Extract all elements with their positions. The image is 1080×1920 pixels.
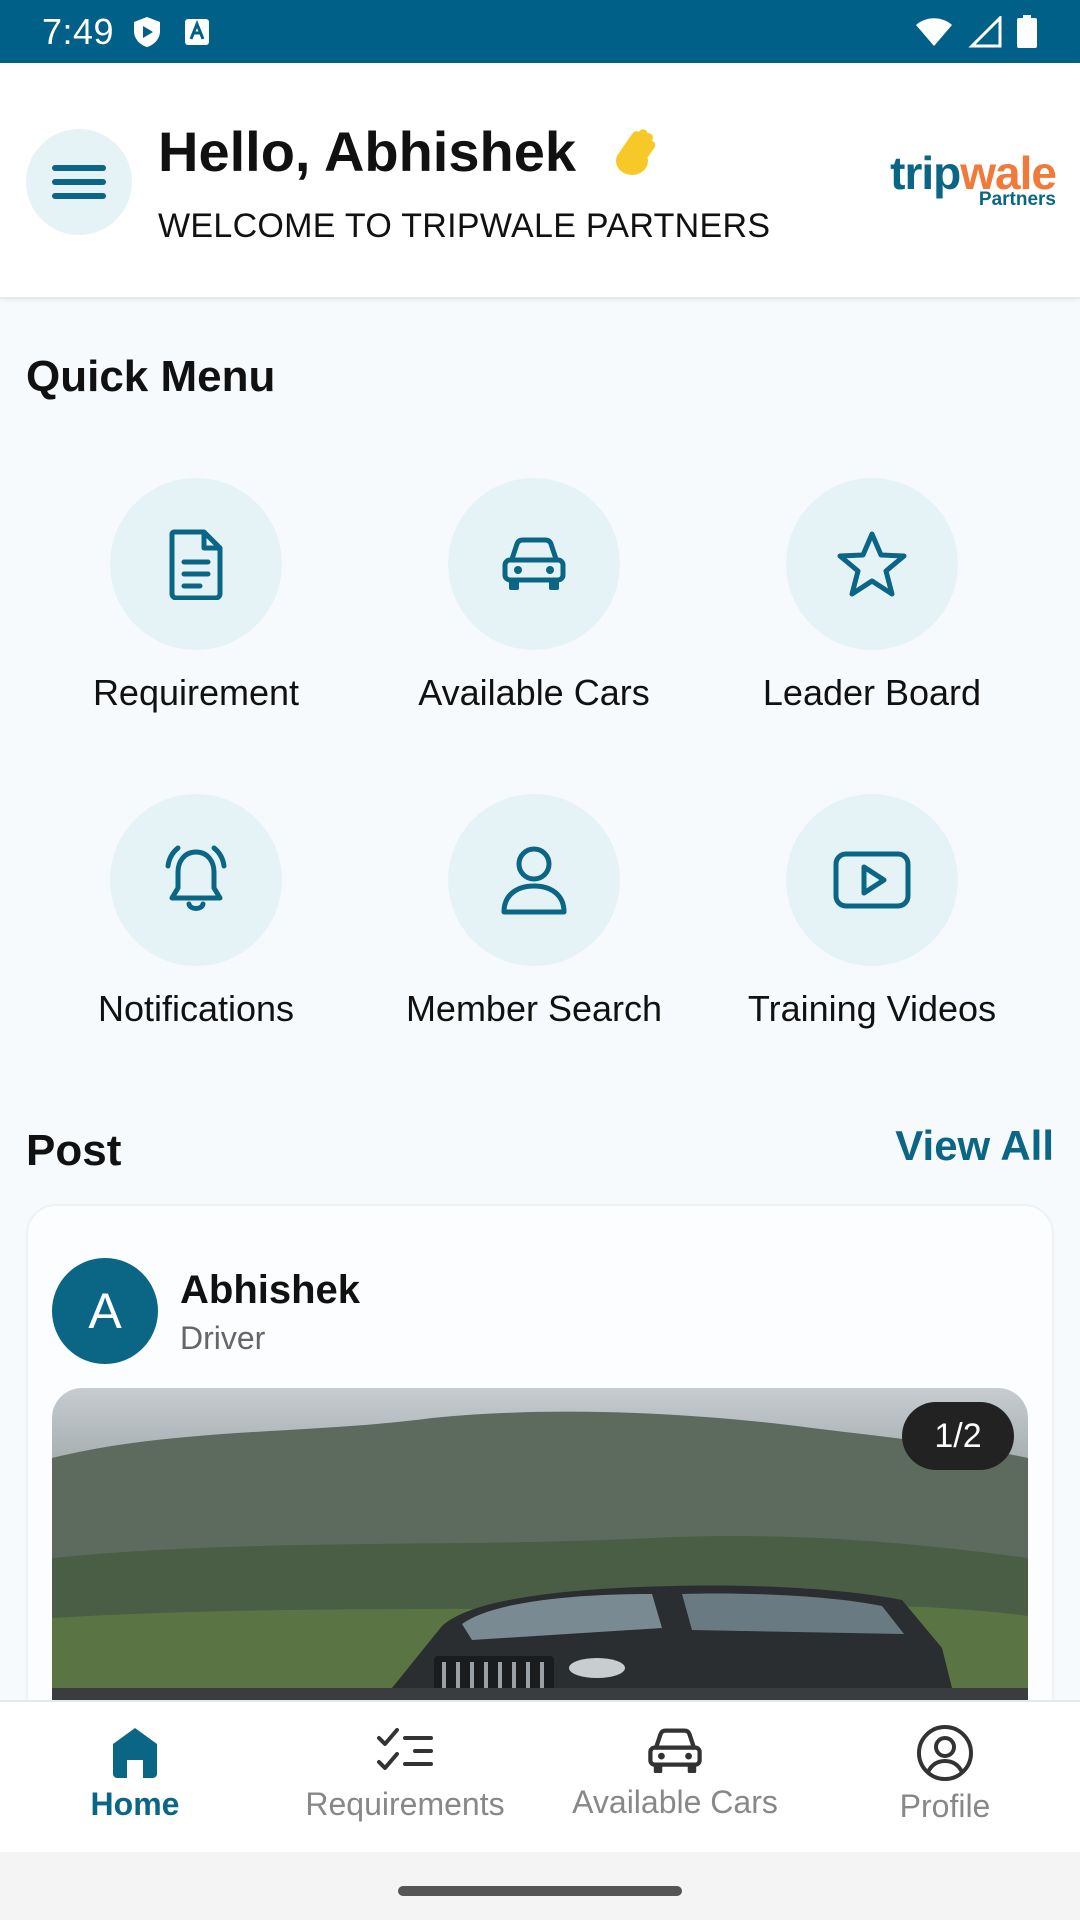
battery-icon — [1017, 14, 1037, 48]
quick-menu-label: Member Search — [405, 988, 663, 1029]
quick-menu-requirement[interactable]: Requirement — [26, 478, 366, 714]
keyboard-a-icon — [185, 18, 210, 45]
greeting-text: Hello, Abhishek — [158, 120, 577, 183]
quick-menu-training-videos[interactable]: Training Videos — [702, 794, 1042, 1030]
quick-menu-label: Training Videos — [747, 988, 997, 1029]
quick-menu-leader-board[interactable]: Leader Board — [702, 478, 1042, 714]
view-all-link[interactable]: View All — [895, 1122, 1054, 1170]
wifi-icon — [916, 17, 952, 46]
app-header: Hello, Abhishek WELCOME TO TRIPWALE PART… — [0, 63, 1080, 299]
user-icon — [501, 846, 567, 915]
post-image[interactable]: 1/2 — [52, 1388, 1028, 1722]
system-gesture-area — [0, 1852, 1080, 1920]
bell-icon — [165, 845, 227, 911]
quick-menu-label: Leader Board — [762, 672, 982, 713]
quick-menu-label: Available Cars — [418, 672, 650, 713]
nav-label: Home — [90, 1786, 180, 1822]
nav-label: Requirements — [305, 1786, 505, 1822]
gesture-handle[interactable] — [398, 1886, 682, 1896]
star-icon — [837, 531, 907, 597]
quick-menu-notifications[interactable]: Notifications — [26, 794, 366, 1030]
image-counter-badge: 1/2 — [902, 1402, 1014, 1470]
car-icon — [502, 537, 566, 590]
greeting: Hello, Abhishek — [158, 119, 662, 184]
welcome-subtitle: WELCOME TO TRIPWALE PARTNERS — [158, 207, 771, 245]
post-card[interactable]: A Abhishek Driver 1/2 — [26, 1204, 1054, 1724]
post-author-role: Driver — [180, 1320, 266, 1356]
nav-available-cars[interactable]: Available Cars — [540, 1702, 810, 1852]
post-section-title: Post — [26, 1126, 122, 1175]
home-icon — [113, 1728, 157, 1778]
quick-menu-label: Requirement — [92, 672, 300, 713]
status-time: 7:49 — [42, 10, 115, 52]
checklist-icon — [377, 1728, 433, 1770]
bottom-navigation: Home Requirements Available Cars Profile — [0, 1700, 1080, 1852]
nav-label: Profile — [899, 1788, 991, 1824]
shield-icon — [134, 16, 161, 47]
menu-button[interactable] — [26, 129, 132, 235]
quick-menu-title: Quick Menu — [26, 352, 276, 401]
nav-requirements[interactable]: Requirements — [270, 1702, 540, 1852]
play-video-icon — [833, 851, 911, 909]
tripwale-logo: tripwale Partners — [890, 147, 1057, 210]
document-icon — [169, 529, 223, 600]
car-icon — [648, 1728, 702, 1774]
suv-image — [52, 1411, 1028, 1722]
nav-home[interactable]: Home — [0, 1702, 270, 1852]
status-bar: 7:49 — [0, 0, 1080, 63]
quick-menu-label: Notifications — [97, 988, 295, 1029]
quick-menu-member-search[interactable]: Member Search — [364, 794, 704, 1030]
nav-label: Available Cars — [572, 1784, 778, 1820]
profile-icon — [917, 1725, 973, 1781]
waving-hand-icon — [616, 128, 656, 175]
avatar: A — [52, 1258, 158, 1364]
post-author: Abhishek — [180, 1268, 361, 1312]
hamburger-menu-icon — [52, 165, 106, 199]
quick-menu-available-cars[interactable]: Available Cars — [364, 478, 704, 714]
signal-icon — [968, 15, 1002, 47]
nav-profile[interactable]: Profile — [810, 1702, 1080, 1852]
